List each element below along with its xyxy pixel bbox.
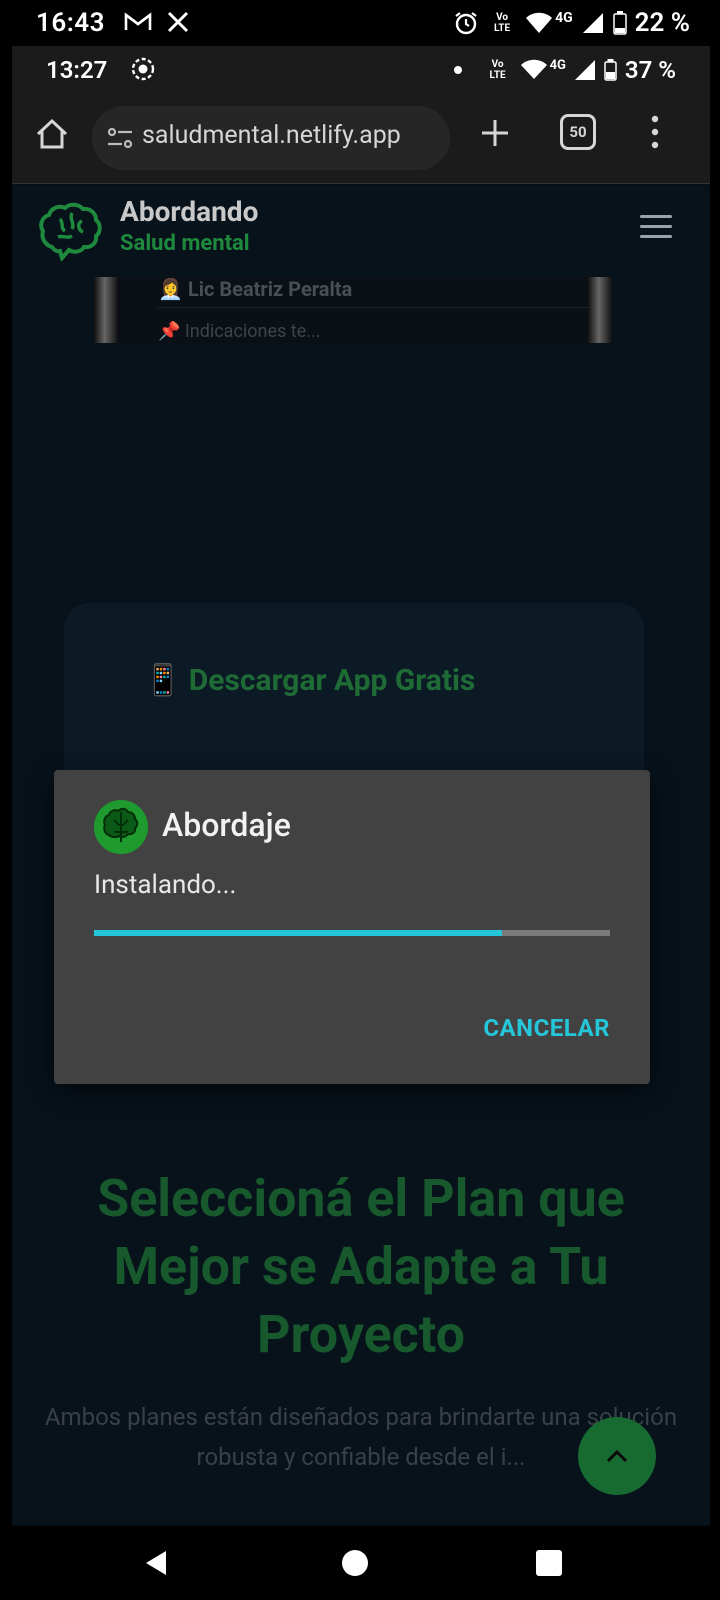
chevron-up-icon — [606, 1449, 628, 1463]
scroll-to-top-button[interactable] — [578, 1417, 656, 1495]
cancel-button[interactable]: CANCELAR — [483, 1014, 610, 1042]
home-icon[interactable] — [32, 114, 72, 154]
inner-status-right: Vo LTE 4G 37 % — [453, 56, 676, 84]
network-type: 4G — [555, 10, 573, 26]
site-header: Abordando Salud mental — [12, 185, 710, 275]
profile-note: 📌 Indicaciones te... — [158, 321, 321, 342]
outer-status-bar: 16:43 Vo LTE 4G 22 % — [0, 0, 720, 48]
wifi-icon — [520, 59, 547, 79]
battery-level: 22 % — [634, 8, 690, 38]
new-tab-icon[interactable] — [478, 116, 512, 150]
recents-icon[interactable] — [536, 1550, 562, 1576]
site-settings-icon[interactable] — [106, 124, 134, 152]
brain-icon — [94, 800, 148, 854]
profile-name: 👩‍💼 Lic Beatriz Peralta — [158, 277, 353, 301]
address-bar[interactable]: saludmental.netlify.app — [92, 106, 450, 170]
alarm-icon — [455, 12, 477, 35]
system-nav-bar — [12, 1526, 710, 1600]
web-page: Abordando Salud mental 👩‍💼 Lic Beatriz P… — [12, 185, 710, 1525]
battery-icon — [612, 11, 627, 35]
profile-card-strip: 👩‍💼 Lic Beatriz Peralta 📌 Indicaciones t… — [94, 277, 612, 343]
back-icon[interactable] — [142, 1548, 172, 1578]
inner-screen: 13:27 Vo LTE 4G 37 % saludmental.netlify… — [12, 46, 710, 1600]
x-icon — [167, 11, 189, 33]
dialog-message: Instalando... — [94, 870, 237, 900]
battery-level: 37 % — [624, 56, 676, 84]
notification-dot-icon — [453, 66, 462, 74]
url-text: saludmental.netlify.app — [142, 121, 401, 150]
hamburger-menu-icon[interactable] — [640, 215, 672, 239]
gmail-icon — [124, 12, 152, 30]
install-progress-fill — [94, 930, 502, 936]
signal-icon — [574, 60, 595, 80]
strip-edge-left — [94, 277, 118, 343]
battery-icon — [604, 59, 617, 81]
home-nav-icon[interactable] — [342, 1550, 368, 1576]
app-icon — [94, 800, 148, 854]
browser-toolbar: saludmental.netlify.app 50 — [12, 94, 710, 184]
volte-icon: Vo LTE — [494, 12, 511, 34]
inner-clock: 13:27 — [46, 56, 108, 84]
overflow-menu-icon[interactable] — [648, 112, 662, 152]
brain-logo-icon[interactable] — [38, 199, 104, 261]
site-subtitle: Salud mental — [120, 231, 250, 256]
install-dialog: Abordaje Instalando... CANCELAR — [54, 770, 650, 1084]
strip-divider — [158, 307, 588, 308]
inner-status-bar: 13:27 Vo LTE 4G 37 % — [12, 46, 710, 94]
tab-switcher-button[interactable]: 50 — [560, 114, 596, 150]
signal-icon — [582, 13, 603, 33]
wifi-icon — [526, 12, 553, 33]
volte-icon: Vo LTE — [489, 59, 506, 81]
install-progress-bar — [94, 930, 610, 936]
dialog-title: Abordaje — [162, 806, 291, 844]
download-app-title[interactable]: 📱 Descargar App Gratis — [144, 663, 475, 698]
network-type: 4G — [549, 57, 566, 73]
outer-clock: 16:43 — [36, 8, 105, 38]
plan-heading: Seleccioná el Plan que Mejor se Adapte a… — [97, 1168, 625, 1365]
screen-record-icon — [131, 57, 155, 81]
strip-edge-right — [588, 277, 612, 343]
outer-status-right: Vo LTE 4G 22 % — [453, 8, 690, 38]
site-title: Abordando — [120, 195, 259, 228]
